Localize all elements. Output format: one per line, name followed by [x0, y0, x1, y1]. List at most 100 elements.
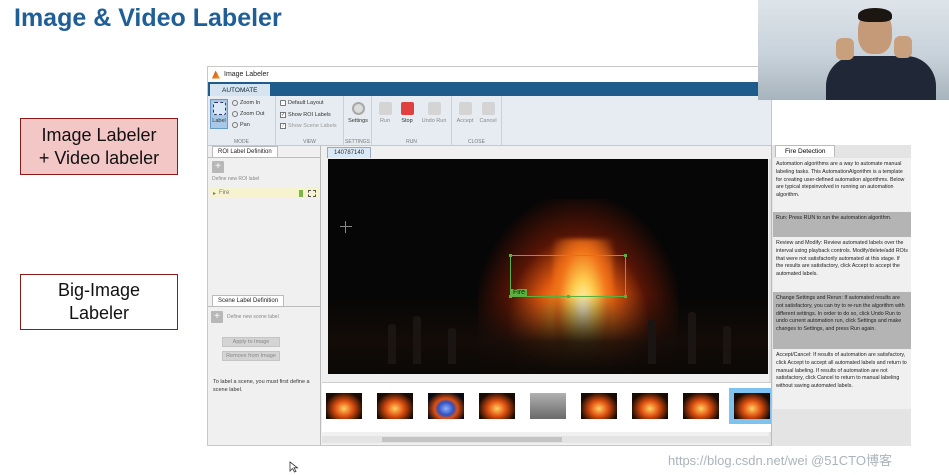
fire-thumbnail-icon[interactable] — [479, 393, 515, 419]
mode-group-label: MODE — [234, 139, 249, 145]
pan-text: Pan — [240, 122, 250, 128]
window-title: Image Labeler — [224, 71, 269, 78]
resize-handle[interactable] — [624, 254, 627, 257]
zoom-in-icon — [232, 100, 238, 106]
instruction-run: Run: Press RUN to run the automation alg… — [773, 212, 911, 237]
callout-image-video-labeler: Image Labeler + Video labeler — [20, 118, 178, 175]
scrollbar-thumb[interactable] — [382, 437, 562, 442]
callout-big-image-labeler: Big-Image Labeler — [20, 274, 178, 330]
ribbon-group-run: Run Stop Undo Run RUN — [372, 96, 452, 146]
ribbon-group-view: Default Layout ✓ Show ROI Labels ✓ Show Sc… — [276, 96, 344, 146]
layout-icon — [280, 100, 286, 106]
window-titlebar: Image Labeler — [208, 67, 771, 82]
run-button[interactable]: Run — [374, 102, 396, 124]
zoom-in-button[interactable]: Zoom In — [232, 100, 260, 106]
label-mode-text: Label — [212, 118, 226, 124]
presenter-hair — [858, 8, 892, 22]
tab-fire-detection[interactable]: Fire Detection — [775, 145, 836, 157]
callout-image-video-text: Image Labeler + Video labeler — [38, 124, 160, 168]
stop-button[interactable]: Stop — [396, 102, 418, 124]
stop-icon — [400, 102, 414, 115]
instruction-intro: Automation algorithms are a way to autom… — [773, 158, 911, 212]
ribbon-tabstrip: AUTOMATE — [208, 82, 771, 96]
fire-thumbnail-icon[interactable] — [377, 393, 413, 419]
settings-group-label: SETTINGS — [344, 139, 370, 145]
presenter-webcam — [758, 0, 949, 100]
zoom-in-text: Zoom In — [240, 100, 261, 106]
tab-roi-label-definition[interactable]: ROI Label Definition — [212, 146, 278, 157]
define-scene-label-button[interactable]: + Define new scene label — [211, 311, 279, 323]
ribbon-group-close: Accept Cancel CLOSE — [452, 96, 502, 146]
check-icon — [458, 102, 472, 115]
show-roi-labels-text: Show ROI Labels — [288, 112, 331, 118]
presenter-hand — [894, 36, 912, 58]
scene-list-area: + Define new scene label Apply to Image … — [208, 306, 320, 376]
cancel-button[interactable]: Cancel — [477, 102, 499, 124]
default-layout-button[interactable]: Default Layout — [280, 100, 323, 106]
image-filmstrip[interactable] — [322, 382, 771, 432]
fire-thumbnail-icon[interactable] — [632, 393, 668, 419]
pan-button[interactable]: Pan — [232, 122, 250, 128]
run-icon — [378, 102, 392, 115]
callout-big-image-text: Big-Image Labeler — [57, 280, 141, 323]
image-labeler-window: Image Labeler AUTOMATE Label Zoom In Zoo… — [207, 66, 772, 446]
roi-color-swatch — [299, 189, 303, 197]
person-silhouette — [413, 316, 421, 364]
undo-run-button[interactable]: Undo Run — [418, 102, 450, 124]
fire-thumbnail-icon[interactable] — [683, 393, 719, 419]
settings-text: Settings — [348, 118, 368, 124]
tab-scene-label-definition[interactable]: Scene Label Definition — [212, 295, 285, 306]
person-silhouette — [648, 320, 656, 364]
view-group-label: VIEW — [303, 139, 316, 145]
zoom-out-icon — [232, 111, 238, 117]
image-viewer[interactable]: Fire — [328, 159, 768, 374]
label-icon — [212, 102, 226, 115]
tab-image-name[interactable]: 140787140 — [327, 147, 372, 158]
define-roi-label-button[interactable]: + — [212, 161, 224, 173]
fire-thumbnail-icon[interactable] — [326, 393, 362, 419]
label-mode-button[interactable]: Label — [210, 99, 228, 129]
mouse-pointer-icon — [289, 461, 299, 473]
fire-bounding-box[interactable]: Fire — [509, 254, 627, 298]
accept-button[interactable]: Accept — [454, 102, 476, 124]
close-icon — [481, 102, 495, 115]
show-scene-labels-text: Show Scene Labels — [288, 123, 337, 129]
cancel-text: Cancel — [479, 118, 497, 124]
define-scene-label-text: Define new scene label — [227, 314, 279, 320]
slide-title: Image & Video Labeler — [14, 4, 282, 32]
person-silhouette — [723, 326, 731, 364]
presenter-body — [826, 56, 936, 100]
blue-fire-thumbnail-icon[interactable] — [428, 393, 464, 419]
checkbox-checked-icon: ✓ — [280, 112, 286, 118]
accept-text: Accept — [456, 118, 474, 124]
fire-thumbnail-icon[interactable] — [729, 388, 771, 424]
rectangle-roi-icon — [308, 189, 316, 197]
center-panel: 140787140 Fire — [322, 146, 771, 445]
zoom-out-button[interactable]: Zoom Out — [232, 111, 264, 117]
show-scene-labels-checkbox[interactable]: ✓ Show Scene Labels — [280, 123, 337, 129]
fire-thumbnail-icon[interactable] — [581, 393, 617, 419]
gear-icon — [351, 102, 365, 115]
instruction-accept-cancel: Accept/Cancel: If results of automation … — [773, 349, 911, 409]
right-panel: Fire Detection Automation algorithms are… — [771, 145, 911, 446]
instruction-review: Review and Modify: Review automated labe… — [773, 237, 911, 292]
roi-item-fire[interactable]: ▸ Fire — [209, 188, 319, 198]
settings-button[interactable]: Settings — [346, 102, 370, 124]
undo-icon — [427, 102, 441, 115]
resize-handle[interactable] — [509, 254, 512, 257]
apply-to-image-button[interactable]: Apply to Image — [222, 337, 280, 347]
filmstrip-scrollbar[interactable] — [322, 436, 771, 443]
zoom-out-text: Zoom Out — [240, 111, 265, 117]
show-roi-labels-checkbox[interactable]: ✓ Show ROI Labels — [280, 112, 331, 118]
run-text: Run — [379, 118, 391, 124]
define-roi-label-text: Define new ROI label — [212, 176, 260, 182]
instruction-settings: Change Settings and Rerun: If automated … — [773, 292, 911, 349]
resize-handle[interactable] — [567, 295, 570, 298]
resize-handle[interactable] — [624, 295, 627, 298]
grey-thumbnail-icon[interactable] — [530, 393, 566, 419]
remove-from-image-button[interactable]: Remove from Image — [222, 351, 280, 361]
stop-text: Stop — [401, 118, 413, 124]
roi-list-area: + Define new ROI label ▸ Fire — [208, 157, 320, 289]
tab-automate[interactable]: AUTOMATE — [210, 84, 270, 96]
left-panel: ROI Label Definition + Define new ROI la… — [208, 146, 321, 445]
